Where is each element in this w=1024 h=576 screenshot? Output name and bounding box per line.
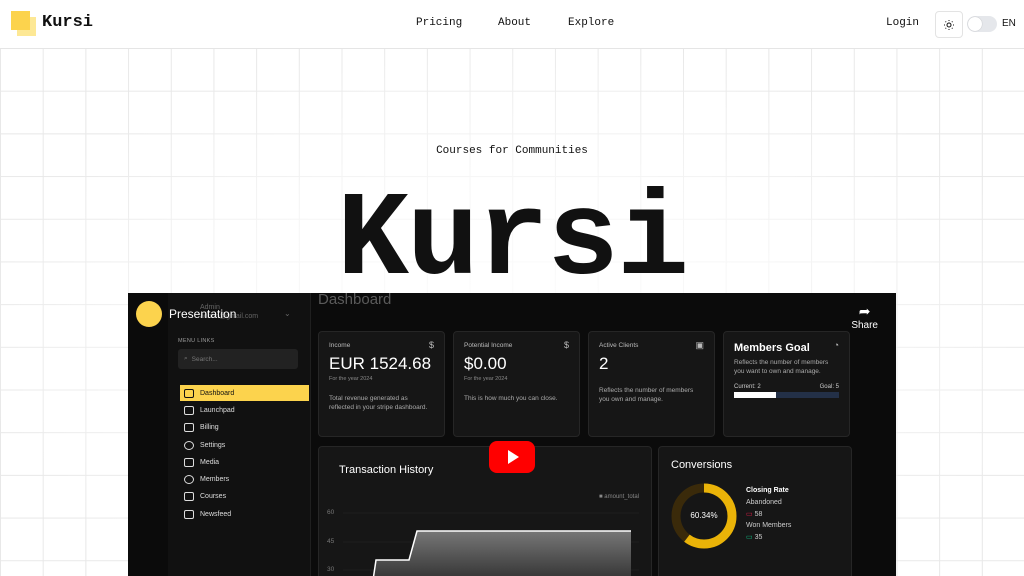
login-link[interactable]: Login [886,17,919,29]
hero-title: Kursi [336,174,689,310]
dashboard-icon [184,388,194,398]
nav-explore[interactable]: Explore [568,17,614,29]
search-placeholder: Search... [191,355,218,363]
active-clients-card: ▣ Active Clients 2 Reflects the number o… [588,331,715,437]
sidebar-item-label: Dashboard [200,389,235,397]
abandoned-value: 58 [754,511,763,518]
card-desc: Total revenue generated as reflected in … [329,395,428,411]
card-value: EUR 1524.68 [329,354,432,373]
income-card: $ Income EUR 1524.68 For the year 2024 T… [318,331,445,437]
potential-income-card: $ Potential Income $0.00 For the year 20… [453,331,580,437]
sun-icon [944,19,954,30]
chart-icon: ◔ [833,340,839,350]
abandoned-row: ▭ 58 [746,510,762,518]
conversions-card: Conversions 60.34% Closing Rate Abandone… [658,446,852,576]
top-navbar: Kursi Pricing About Explore Login EN [0,0,1024,49]
card-sub: For the year 2024 [464,376,508,382]
hero-tagline: Courses for Communities [436,145,588,157]
sidebar-search: ⌕ Search... [178,349,298,369]
members-goal-card: ◔ Members Goal Reflects the number of me… [723,331,850,437]
youtube-play-button[interactable] [489,441,535,473]
message-icon [184,509,194,519]
share-icon: ➦ [858,303,871,319]
sidebar-item-settings: Settings [180,437,309,453]
card-icon: ▭ [746,511,753,518]
share-label: Share [851,320,878,331]
theme-button[interactable] [935,11,963,38]
sidebar-item-launchpad: Launchpad [180,402,309,418]
sidebar-item-members: Members [180,471,309,487]
sidebar-item-label: Settings [200,441,226,449]
ring-value: 60.34% [690,511,718,520]
won-label: Won Members [746,522,792,529]
chevron-down-icon: ⌄ [284,309,291,318]
sidebar-item-label: Launchpad [200,406,235,414]
won-row: ▭ 35 [746,533,762,541]
sidebar-item-label: Members [200,475,230,483]
language-label: EN [1002,18,1016,29]
dashboard-title: Dashboard [318,293,392,308]
users-icon [184,474,194,484]
video-player[interactable]: Admin admin@gmail.com ⌄ MENU LINKS ⌕ Sear… [128,293,896,576]
toggle-knob [968,17,982,31]
card-title: Members Goal [734,342,810,354]
area-chart [343,512,639,576]
sidebar-item-dashboard: Dashboard [180,385,309,401]
dollar-icon: $ [563,340,569,350]
card-sub: For the year 2024 [329,376,373,382]
logo-icon[interactable] [11,11,37,37]
brand-name[interactable]: Kursi [42,13,93,32]
language-toggle[interactable] [967,16,997,32]
card-desc: This is how much you can close. [464,395,558,402]
abandoned-label: Abandoned [746,499,782,506]
menu-heading: MENU LINKS [178,338,215,344]
sidebar-item-media: Media [180,454,309,470]
video-title[interactable]: Presentation [169,307,236,321]
conversions-title: Conversions [671,459,733,471]
clipboard-icon [184,405,194,415]
goal-current: Current: 2 [734,384,761,390]
search-icon: ⌕ [184,355,188,362]
goal-progress-fill [734,392,776,398]
database-icon [184,457,194,467]
goal-labels: Current: 2 Goal: 5 [734,384,839,390]
sidebar-item-billing: Billing [180,419,309,435]
gear-icon [184,440,194,450]
dollar-icon: $ [428,340,434,350]
closing-rate-label: Closing Rate [746,487,789,494]
card-value: 2 [599,354,609,373]
card-desc: Reflects the number of members you own a… [599,387,694,403]
sidebar-item-newsfeed: Newsfeed [180,506,309,522]
card-value: $0.00 [464,354,507,373]
card-icon [184,422,194,432]
won-value: 35 [754,534,763,541]
sidebar-item-label: Courses [200,492,227,500]
goal-progress-bar [734,392,839,398]
card-label: Active Clients [599,342,639,349]
nav-pricing[interactable]: Pricing [416,17,462,29]
share-button[interactable]: ➦ Share [851,303,878,331]
sidebar-item-label: Newsfeed [200,510,232,518]
nav-about[interactable]: About [498,17,531,29]
card-label: Income [329,342,351,349]
book-icon [184,491,194,501]
user-icon: ▣ [695,340,704,350]
goal-target: Goal: 5 [819,384,839,390]
card-icon: ▭ [746,534,753,541]
sidebar-item-label: Billing [200,423,219,431]
transaction-history-card: Transaction History ■ amount_total 60 45… [318,446,652,576]
sidebar-item-courses: Courses [180,488,309,504]
sidebar-item-label: Media [200,458,220,466]
card-label: Potential Income [464,342,513,349]
dashboard-sidebar: Admin admin@gmail.com ⌄ MENU LINKS ⌕ Sear… [168,293,311,576]
card-desc: Reflects the number of members you want … [734,359,829,375]
channel-avatar[interactable] [136,301,162,327]
